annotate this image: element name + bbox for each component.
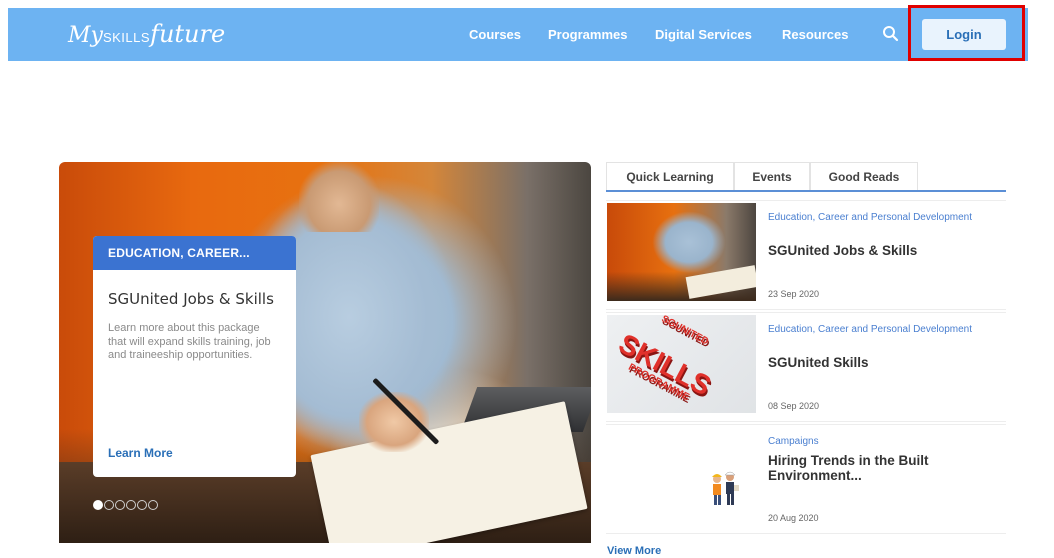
hero-card-category: EDUCATION, CAREER... [93, 236, 296, 270]
feed-item[interactable]: Campaigns Hiring Trends in the Built Env… [606, 424, 1006, 534]
content-tabs: Quick Learning Events Good Reads [606, 162, 1006, 192]
feed-item-date: 08 Sep 2020 [768, 401, 820, 411]
thumbnail-construction-workers [607, 427, 756, 525]
thumbnail-notebook [685, 265, 756, 299]
feed-item[interactable]: Education, Career and Personal Developme… [606, 200, 1006, 310]
search-icon[interactable] [881, 24, 901, 44]
feed-item-date: 20 Aug 2020 [768, 513, 819, 523]
nav-digital-services[interactable]: Digital Services [655, 27, 752, 42]
feed-thumbnail[interactable] [607, 427, 756, 525]
myskillsfuture-logo[interactable]: MySKILLSfuture [68, 20, 225, 50]
feed-item-category[interactable]: Campaigns [768, 435, 988, 448]
construction-workers-icon [712, 471, 739, 505]
logo-my: My [68, 23, 103, 48]
nav-courses[interactable]: Courses [469, 27, 521, 42]
thumbnail-sgunited-skills: SGUNITED SKILLS PROGRAMME [607, 315, 756, 413]
feed-item-category[interactable]: Education, Career and Personal Developme… [768, 323, 988, 336]
feed-item-title[interactable]: Hiring Trends in the Built Environment..… [768, 453, 988, 483]
carousel-dots [93, 500, 158, 510]
logo-skills: SKILLS [102, 30, 151, 45]
feed-item-title[interactable]: SGUnited Skills [768, 355, 988, 370]
hero-card: EDUCATION, CAREER... SGUnited Jobs & Ski… [93, 236, 296, 477]
nav-resources[interactable]: Resources [782, 27, 848, 42]
view-more-link[interactable]: View More [607, 545, 661, 557]
carousel-dot-1[interactable] [93, 500, 103, 510]
thumbnail-word-sgunited: SGUNITED [659, 315, 711, 348]
hero-card-description: Learn more about this package that will … [108, 322, 271, 361]
hero-card-title: SGUnited Jobs & Skills [108, 290, 274, 308]
carousel-dot-2[interactable] [104, 500, 114, 510]
carousel-dot-3[interactable] [115, 500, 125, 510]
nav-programmes[interactable]: Programmes [548, 27, 627, 42]
hero-head-image [299, 162, 379, 232]
thumbnail-man-writing [607, 203, 756, 301]
feed-item-date: 23 Sep 2020 [768, 289, 820, 299]
feed-item[interactable]: SGUNITED SKILLS PROGRAMME Education, Car… [606, 312, 1006, 422]
carousel-dot-5[interactable] [137, 500, 147, 510]
feed-thumbnail[interactable]: SGUNITED SKILLS PROGRAMME [607, 315, 756, 413]
tab-good-reads[interactable]: Good Reads [810, 162, 918, 190]
top-nav-bar: MySKILLSfuture Courses Programmes Digita… [8, 8, 1028, 61]
carousel-dot-4[interactable] [126, 500, 136, 510]
feed-item-title[interactable]: SGUnited Jobs & Skills [768, 243, 988, 258]
hero-carousel[interactable]: EDUCATION, CAREER... SGUnited Jobs & Ski… [59, 162, 591, 543]
tab-quick-learning[interactable]: Quick Learning [606, 162, 734, 190]
tab-events[interactable]: Events [734, 162, 810, 190]
logo-future: future [150, 20, 226, 48]
learn-more-link[interactable]: Learn More [108, 446, 173, 460]
login-button[interactable]: Login [922, 19, 1006, 50]
feed-item-category[interactable]: Education, Career and Personal Developme… [768, 211, 988, 224]
carousel-dot-6[interactable] [148, 500, 158, 510]
feed-thumbnail[interactable] [607, 203, 756, 301]
